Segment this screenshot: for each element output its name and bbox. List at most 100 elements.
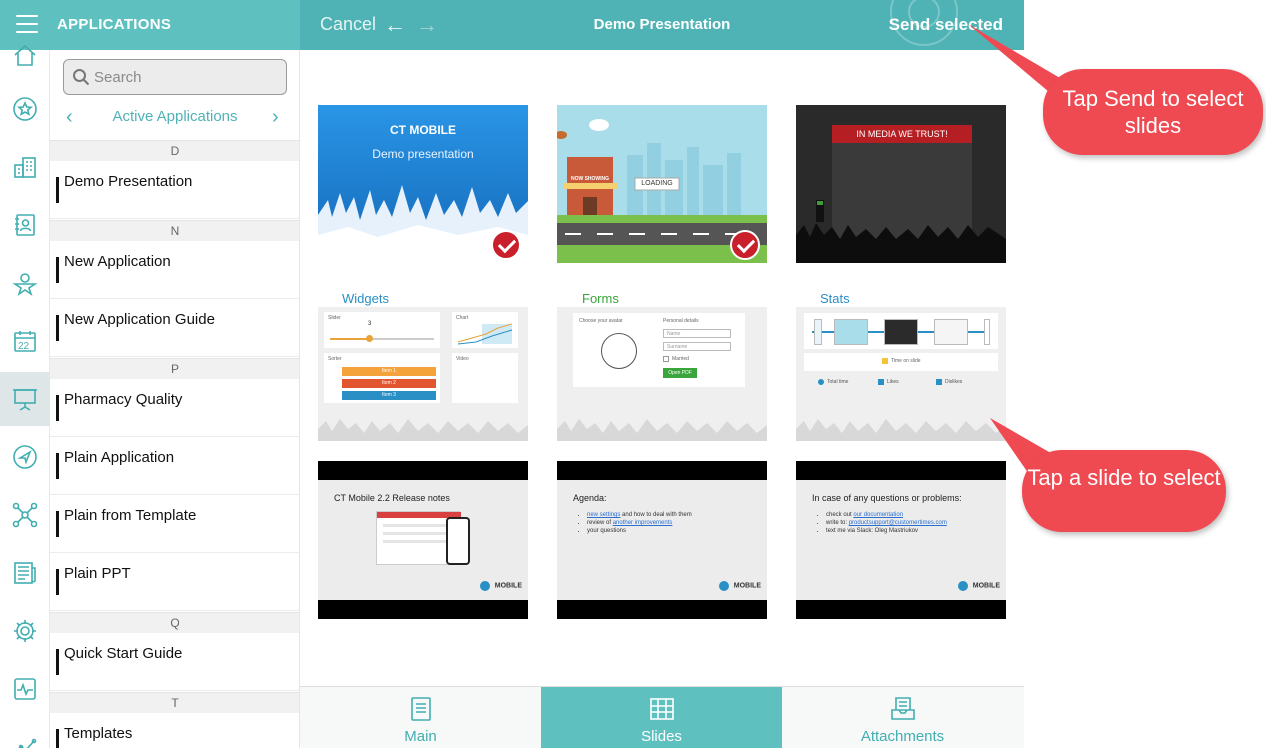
search-input[interactable]: Search <box>63 59 287 95</box>
network-icon[interactable] <box>0 488 50 542</box>
stats-row: Total time Likes Dislikes <box>818 377 984 391</box>
form-label: Personal details <box>663 318 699 324</box>
list-item[interactable]: Quick Start Guide <box>50 633 299 691</box>
slide-label: Stats <box>820 291 850 306</box>
slide-heading: In case of any questions or problems: <box>812 493 962 503</box>
list-item[interactable]: Demo Presentation <box>50 161 299 219</box>
tab-main[interactable]: Main <box>300 687 541 748</box>
home-icon[interactable] <box>0 28 50 82</box>
agenda-link: new settings <box>587 512 621 518</box>
list-item-label: Plain PPT <box>64 565 131 582</box>
list-item[interactable]: Plain Application <box>50 437 299 495</box>
slide-thumbnail[interactable]: Time on slide Total time Likes Dislikes <box>796 307 1006 441</box>
chevron-right-icon[interactable]: › <box>272 106 279 129</box>
news-icon[interactable] <box>0 546 50 600</box>
slide-title: CT Mobile 2.2 Release notes <box>334 493 450 503</box>
slide-thumbnail[interactable]: Agenda: new settings and how to deal wit… <box>557 461 767 619</box>
list-item[interactable]: New Application <box>50 241 299 299</box>
presentation-icon[interactable] <box>0 372 50 426</box>
list-item-label: Quick Start Guide <box>64 645 183 662</box>
calendar-icon[interactable]: 22 <box>0 314 50 368</box>
selected-check-icon <box>491 230 521 260</box>
filter-label[interactable]: Active Applications <box>50 108 299 125</box>
activity-icon[interactable] <box>0 662 50 716</box>
section-header: T <box>50 692 299 713</box>
crowd-decoration <box>557 419 767 441</box>
list-item-label: Demo Presentation <box>64 173 193 190</box>
slide-heading: Agenda: <box>573 493 607 503</box>
tap-slide-callout: Tap a slide to select <box>1022 450 1226 532</box>
form-field: Surname <box>663 342 731 351</box>
slide-thumbnail[interactable]: NOW SHOWING LOADING <box>557 105 767 263</box>
grid-icon <box>650 698 674 720</box>
crowd-decoration <box>318 419 528 441</box>
list-item[interactable]: Pharmacy Quality <box>50 379 299 437</box>
section-title: APPLICATIONS <box>57 16 172 33</box>
tab-label: Main <box>404 728 437 745</box>
contact-item: write to: productsupport@customertimes.c… <box>826 519 947 527</box>
contact-text: check out <box>826 512 854 518</box>
settings-icon[interactable] <box>0 604 50 658</box>
list-item[interactable]: Templates <box>50 713 299 748</box>
sorter-item: Item 1 <box>342 367 436 376</box>
list-item-label: Templates <box>64 725 133 742</box>
form-button: Open PDF <box>663 368 697 378</box>
search-placeholder: Search <box>94 69 142 86</box>
contacts-icon[interactable] <box>0 198 50 252</box>
calendar-day: 22 <box>18 341 30 352</box>
navigation-icon[interactable] <box>0 430 50 484</box>
logo-text: MOBILE <box>494 582 522 590</box>
slide-thumbnail[interactable]: CT MOBILE Demo presentation <box>318 105 528 263</box>
selected-check-icon <box>730 230 760 260</box>
tab-slides[interactable]: Slides <box>541 687 782 748</box>
video-widget: Video <box>452 353 518 403</box>
send-selected-button[interactable]: Send selected <box>889 15 1003 35</box>
inbox-icon <box>891 697 915 720</box>
list-item[interactable]: Plain from Template <box>50 495 299 553</box>
list-item[interactable]: Plain PPT <box>50 553 299 611</box>
phone-mockup <box>446 517 470 565</box>
section-header: D <box>50 140 299 161</box>
chevron-left-icon[interactable]: ‹ <box>66 106 73 129</box>
sorter-widget: Sorter Item 1 Item 2 Item 3 <box>324 353 440 403</box>
contact-item: text me via Slack: Oleg Mastriukov <box>826 527 947 535</box>
slide-thumbnail[interactable]: In case of any questions or problems: ch… <box>796 461 1006 619</box>
sorter-item: Item 2 <box>342 379 436 388</box>
stats-label: Dislikes <box>945 379 963 385</box>
sorter-item: Item 3 <box>342 391 436 400</box>
buildings-icon[interactable] <box>0 140 50 194</box>
slide-thumbnail[interactable]: Slider 3 Chart Sorter Item 1 Item 2 Item… <box>318 307 528 441</box>
list-item[interactable]: New Application Guide <box>50 299 299 357</box>
tab-label: Attachments <box>860 728 945 745</box>
agenda-link: another improvements <box>612 520 673 526</box>
section-header: Q <box>50 612 299 633</box>
list-item-label: New Application <box>64 253 171 270</box>
list-item-label: New Application Guide <box>64 311 215 328</box>
loading-label: LOADING <box>641 180 673 187</box>
send-callout: Tap Send to select slides <box>1043 69 1263 155</box>
cinema-sign: NOW SHOWING <box>570 176 610 182</box>
chart-icon[interactable] <box>0 720 50 748</box>
widget-label: Slider <box>328 315 341 321</box>
slider-value: 3 <box>368 321 372 327</box>
section-header: N <box>50 220 299 241</box>
contact-list: check out our documentation write to: pr… <box>826 511 947 535</box>
stats-label: Total time <box>827 379 849 385</box>
contact-link: productsupport@customertimes.com <box>848 520 947 526</box>
list-item-label: Plain from Template <box>64 507 197 524</box>
agenda-text: and how to deal with them <box>620 512 692 518</box>
applications-list: Search Active Applications ‹ › D Demo Pr… <box>50 50 300 748</box>
agenda-item: new settings and how to deal with them <box>587 511 692 519</box>
slide-thumbnail[interactable]: IN MEDIA WE TRUST! <box>796 105 1006 263</box>
logo-text: MOBILE <box>733 582 761 590</box>
star-icon[interactable] <box>0 82 50 136</box>
tab-attachments[interactable]: Attachments <box>782 687 1023 748</box>
contact-item: check out our documentation <box>826 511 947 519</box>
slide-brand: CT MOBILE <box>390 123 456 137</box>
slide-thumbnail[interactable]: CT Mobile 2.2 Release notes MOBILE <box>318 461 528 619</box>
slide-thumbnail[interactable]: Choose your avatar Personal details Name… <box>557 307 767 441</box>
list-item-label: Pharmacy Quality <box>64 391 183 408</box>
person-icon[interactable] <box>0 256 50 310</box>
agenda-item: your questions <box>587 527 692 535</box>
tab-label: Slides <box>641 728 682 745</box>
